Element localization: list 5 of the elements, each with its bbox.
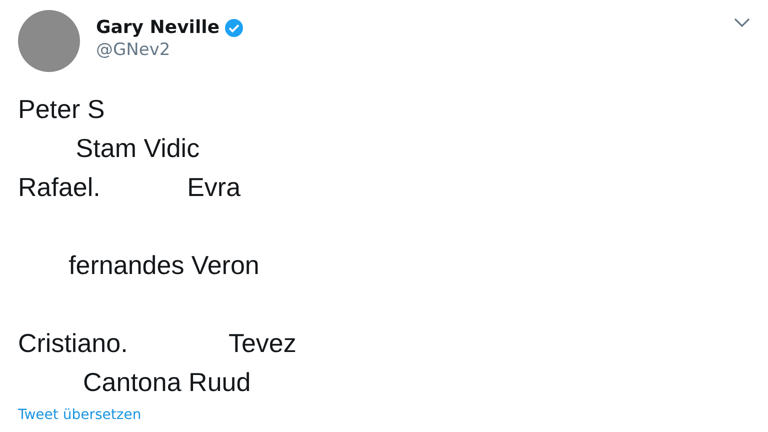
tweet-text: Peter S Stam Vidic Rafael. Evra fernandes Veron Cristiano. Tevez Cantona Ruud: [18, 93, 298, 399]
translate-link[interactable]: Tweet übersetzen: [18, 407, 142, 423]
author-name[interactable]: Gary Neville: [96, 14, 220, 41]
chevron-down-icon[interactable]: [734, 18, 750, 28]
author-handle[interactable]: @GNev2: [96, 41, 244, 60]
